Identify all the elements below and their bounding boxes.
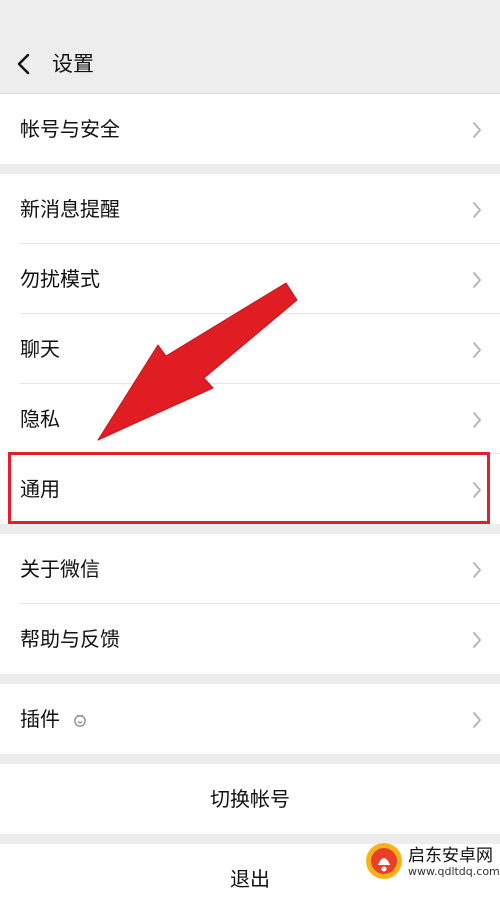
- row-dnd[interactable]: 勿扰模式: [0, 244, 500, 314]
- switch-account-row[interactable]: 切换帐号: [0, 764, 500, 834]
- plugin-icon: [74, 714, 86, 727]
- watermark-url: www.qdltdq.com: [408, 865, 500, 878]
- switch-account-button[interactable]: 切换帐号: [210, 764, 290, 834]
- chevron-right-icon: [473, 632, 481, 648]
- page-title: 设置: [52, 52, 94, 76]
- row-notifications[interactable]: 新消息提醒: [0, 174, 500, 244]
- about-group: 关于微信 帮助与反馈: [0, 534, 500, 674]
- row-label: 隐私: [20, 407, 60, 431]
- back-arrow-icon[interactable]: [14, 52, 36, 76]
- watermark: 启东安卓网 www.qdltdq.com: [364, 837, 500, 885]
- watermark-logo-icon: [366, 843, 402, 879]
- section-gap: [0, 754, 500, 764]
- row-label: 插件: [20, 707, 60, 731]
- header-bar: 设置: [0, 0, 500, 94]
- row-label: 新消息提醒: [20, 197, 120, 221]
- row-label: 帮助与反馈: [20, 627, 120, 651]
- row-help-feedback[interactable]: 帮助与反馈: [0, 604, 500, 674]
- row-label: 帐号与安全: [20, 117, 120, 141]
- account-group: 帐号与安全: [0, 94, 500, 164]
- row-chat[interactable]: 聊天: [0, 314, 500, 384]
- chevron-right-icon: [473, 122, 481, 138]
- plugins-group: 插件: [0, 684, 500, 754]
- chevron-right-icon: [473, 712, 481, 728]
- logout-button[interactable]: 退出: [230, 844, 270, 914]
- row-label: 勿扰模式: [20, 267, 100, 291]
- row-label: 关于微信: [20, 557, 100, 581]
- row-account-security[interactable]: 帐号与安全: [0, 94, 500, 164]
- highlight-box: [8, 452, 490, 524]
- chevron-right-icon: [473, 562, 481, 578]
- chevron-right-icon: [473, 202, 481, 218]
- chevron-right-icon: [473, 272, 481, 288]
- section-gap: [0, 164, 500, 174]
- chevron-right-icon: [473, 342, 481, 358]
- row-plugins[interactable]: 插件: [0, 684, 500, 754]
- row-about-wechat[interactable]: 关于微信: [0, 534, 500, 604]
- chevron-right-icon: [473, 412, 481, 428]
- section-gap: [0, 674, 500, 684]
- row-label: 聊天: [20, 337, 60, 361]
- row-privacy[interactable]: 隐私: [0, 384, 500, 454]
- section-gap: [0, 524, 500, 534]
- watermark-title: 启东安卓网: [408, 846, 493, 866]
